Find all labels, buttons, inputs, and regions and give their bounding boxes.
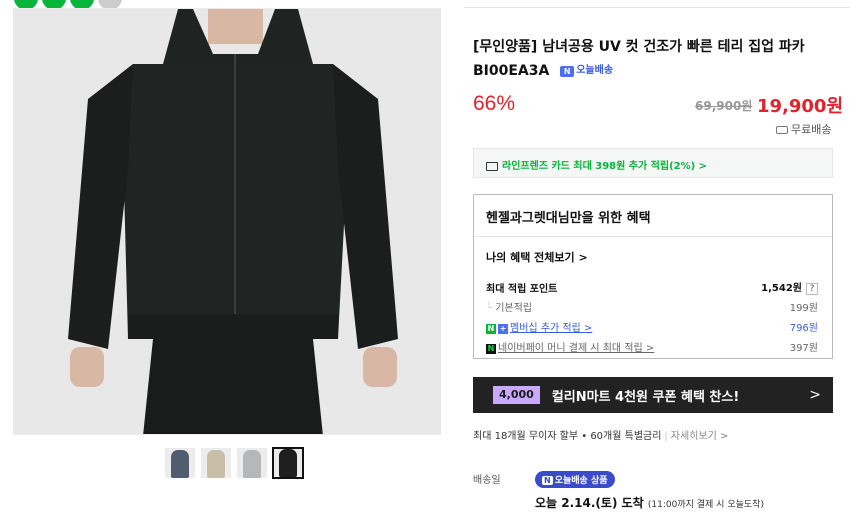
help-icon[interactable]: ? bbox=[806, 283, 818, 295]
membership-points-label-wrap[interactable]: N + 멤버십 추가 적립 > bbox=[486, 319, 592, 334]
max-points-label: 최대 적립 포인트 bbox=[486, 283, 558, 295]
card-promo-link[interactable]: 라인프렌즈 카드 최대 398원 추가 적립(2%) > bbox=[473, 148, 833, 178]
thumb-navy[interactable] bbox=[164, 447, 196, 479]
plus-icon: + bbox=[498, 324, 508, 334]
chevron-right-icon: > bbox=[809, 387, 821, 403]
naver-pay-icon: N bbox=[486, 344, 496, 354]
thumb-grey-image bbox=[243, 450, 261, 478]
benefit-heading: 헨젤과그렛대님만을 위한 혜택 bbox=[474, 195, 832, 237]
today-badge-label: 오늘배송 bbox=[576, 65, 614, 76]
npay-points-row: N 네이버페이 머니 결제 시 최대 적립 > 397원 bbox=[486, 339, 818, 354]
installment-info: 최대 18개월 무이자 할부 • 60개월 특별금리 | 자세히보기 > bbox=[473, 427, 728, 442]
naver-n-icon: N bbox=[486, 324, 496, 334]
delivery-note: (11:00까지 결제 시 오늘도착) bbox=[647, 500, 764, 510]
thumb-black-image bbox=[279, 449, 297, 477]
installment-text: 최대 18개월 무이자 할부 • 60개월 특별금리 bbox=[473, 431, 662, 442]
today-delivery-tag: N 오늘배송 상품 bbox=[535, 471, 615, 488]
thumb-beige-image bbox=[207, 450, 225, 478]
max-points-row: 최대 적립 포인트 1,542원? bbox=[486, 279, 818, 295]
n-icon: N bbox=[542, 476, 553, 485]
shipping-label: 무료배송 bbox=[791, 123, 832, 136]
npay-points-value: 397원 bbox=[789, 343, 818, 354]
hoodie-illustration bbox=[13, 9, 441, 434]
basic-points-row: 기본적립 199원 bbox=[486, 299, 818, 314]
thumb-black[interactable] bbox=[272, 447, 304, 479]
thumb-navy-image bbox=[171, 450, 189, 478]
truck-icon bbox=[776, 126, 788, 134]
original-price: 69,900원 bbox=[695, 99, 753, 113]
max-points-value-wrap: 1,542원? bbox=[761, 279, 818, 295]
thumb-grey[interactable] bbox=[236, 447, 268, 479]
today-delivery-badge: N 오늘배송 bbox=[560, 59, 613, 83]
membership-points-value: 796원 bbox=[789, 323, 818, 334]
installment-separator: | bbox=[664, 431, 668, 442]
npay-points-label-wrap[interactable]: N 네이버페이 머니 결제 시 최대 적립 > bbox=[486, 339, 654, 354]
credit-card-icon bbox=[486, 161, 498, 171]
benefit-box: 헨젤과그렛대님만을 위한 혜택 나의 혜택 전체보기 > 최대 적립 포인트 1… bbox=[473, 194, 833, 359]
delivery-label: 배송일 bbox=[473, 475, 501, 486]
main-product-image[interactable] bbox=[13, 8, 441, 435]
installment-detail-link[interactable]: 자세히보기 > bbox=[671, 431, 729, 442]
coupon-amount-badge: 4,000 bbox=[493, 386, 540, 404]
membership-points-label[interactable]: 멤버십 추가 적립 > bbox=[510, 323, 592, 334]
sale-price: 19,900원 bbox=[757, 96, 844, 117]
discount-rate: 66% bbox=[473, 92, 516, 115]
basic-points-value: 199원 bbox=[789, 303, 818, 314]
delivery-date-text: 오늘 2.14.(토) 도착 bbox=[535, 496, 644, 510]
delivery-date: 오늘 2.14.(토) 도착 (11:00까지 결제 시 오늘도착) bbox=[535, 494, 764, 511]
product-title-text: [무인양품] 남녀공용 UV 컷 건조가 빠른 테리 집업 파카 BI00EA3… bbox=[473, 39, 805, 79]
thumbnail-strip bbox=[164, 447, 304, 479]
top-divider bbox=[464, 7, 850, 8]
kurly-coupon-banner[interactable]: 4,000 컬리N마트 4천원 쿠폰 혜택 찬스! > bbox=[473, 377, 833, 413]
npay-points-label[interactable]: 네이버페이 머니 결제 시 최대 적립 > bbox=[498, 343, 654, 354]
membership-points-row: N + 멤버십 추가 적립 > 796원 bbox=[486, 319, 818, 334]
shipping-info: 무료배송 bbox=[776, 121, 831, 137]
n-delivery-icon: N bbox=[560, 65, 575, 77]
view-all-benefits-link[interactable]: 나의 혜택 전체보기 > bbox=[486, 249, 588, 265]
basic-points-label: 기본적립 bbox=[486, 299, 532, 314]
product-title: [무인양품] 남녀공용 UV 컷 건조가 빠른 테리 집업 파카 BI00EA3… bbox=[473, 35, 833, 83]
banner-text: 컬리N마트 4천원 쿠폰 혜택 찬스! bbox=[551, 389, 740, 405]
thumb-beige[interactable] bbox=[200, 447, 232, 479]
card-promo-text: 라인프렌즈 카드 최대 398원 추가 적립(2%) > bbox=[502, 161, 708, 172]
max-points-value: 1,542원 bbox=[761, 283, 802, 294]
delivery-tag-label: 오늘배송 상품 bbox=[554, 476, 608, 486]
